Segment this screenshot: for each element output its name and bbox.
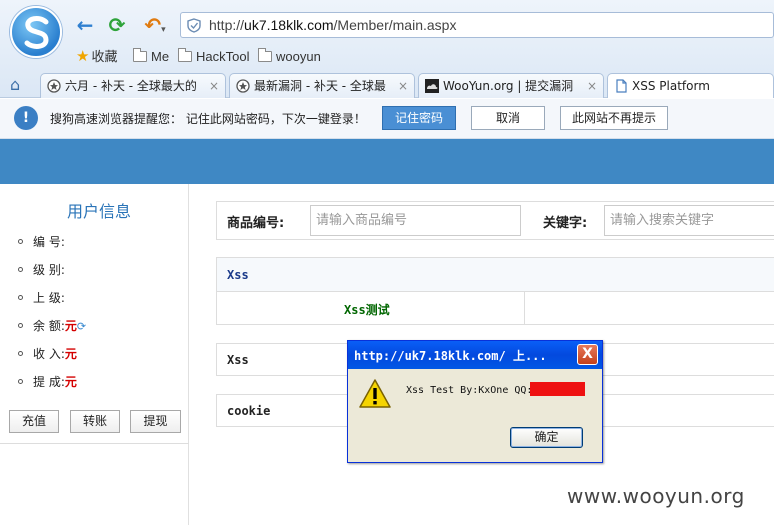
url-text: http://uk7.18klk.com/Member/main.aspx bbox=[209, 17, 457, 33]
refresh-small-icon[interactable]: ⟳ bbox=[77, 320, 86, 333]
alert-message: Xss Test By:KxOne QQ: bbox=[406, 385, 533, 396]
tab-butian-latest[interactable]: 最新漏洞 - 补天 - 全球最 × bbox=[229, 73, 415, 98]
table-row: Xss bbox=[217, 258, 774, 292]
user-parent-row: 上 级: bbox=[18, 289, 65, 306]
user-id-row: 编 号: bbox=[18, 233, 65, 250]
folder-icon bbox=[258, 48, 272, 62]
bullet-icon bbox=[18, 351, 23, 356]
remember-password-button[interactable]: 记住密码 bbox=[382, 106, 456, 130]
browser-chrome: ← ⟳ ↶▾ http://uk7.18klk.com/Member/main.… bbox=[0, 0, 774, 98]
bullet-icon bbox=[18, 295, 23, 300]
table-cell[interactable]: Xss测试 bbox=[344, 301, 390, 318]
bookmark-favorites[interactable]: ★ 收藏 bbox=[76, 47, 117, 67]
keyword-label: 关键字: bbox=[543, 216, 588, 231]
tab-close-icon[interactable]: × bbox=[398, 74, 408, 98]
tab-xss-platform[interactable]: XSS Platform bbox=[607, 73, 774, 98]
page-banner bbox=[0, 139, 774, 184]
watermark-text: www.wooyun.org bbox=[567, 484, 745, 508]
address-bar[interactable]: http://uk7.18klk.com/Member/main.aspx bbox=[180, 12, 774, 38]
user-income-row: 收 入:元 bbox=[18, 345, 77, 362]
gear-star-icon bbox=[47, 79, 61, 93]
tab-butian-june[interactable]: 六月 - 补天 - 全球最大的 × bbox=[40, 73, 226, 98]
dialog-titlebar[interactable]: http://uk7.18klk.com/ 上... X bbox=[348, 341, 602, 369]
refresh-icon[interactable]: ⟳ bbox=[106, 14, 128, 36]
bullet-icon bbox=[18, 323, 23, 328]
bullet-icon bbox=[18, 267, 23, 272]
back-arrow-icon[interactable]: ← bbox=[74, 14, 96, 36]
ok-button[interactable]: 确定 bbox=[510, 427, 583, 448]
password-save-bar: ! 搜狗高速浏览器提醒您： 记住此网站密码，下次一键登录！ 记住密码 取消 此网… bbox=[0, 99, 774, 139]
column-divider bbox=[524, 292, 525, 325]
sidebar-title: 用户信息 bbox=[66, 202, 131, 221]
tab-close-icon[interactable]: × bbox=[587, 74, 597, 98]
keyword-input[interactable]: 请输入搜索关键字 bbox=[604, 205, 774, 236]
divider bbox=[0, 443, 189, 444]
folder-icon bbox=[133, 48, 147, 62]
bookmark-wooyun[interactable]: wooyun bbox=[258, 47, 321, 67]
user-balance-row: 余 额:元⟳ bbox=[18, 317, 86, 334]
table-header-cell: Xss bbox=[227, 268, 249, 282]
close-icon[interactable]: X bbox=[577, 344, 598, 365]
product-id-label: 商品编号: bbox=[227, 216, 285, 231]
user-commission-row: 提 成:元 bbox=[18, 373, 77, 390]
sogou-logo-icon[interactable] bbox=[10, 6, 62, 58]
bullet-icon bbox=[18, 379, 23, 384]
info-icon: ! bbox=[14, 106, 38, 130]
warning-icon bbox=[359, 379, 391, 408]
star-icon: ★ bbox=[76, 48, 90, 65]
password-bar-message: 搜狗高速浏览器提醒您： 记住此网站密码，下次一键登录！ bbox=[50, 112, 366, 126]
bookmark-hacktool[interactable]: HackTool bbox=[178, 47, 249, 67]
transfer-button[interactable]: 转账 bbox=[70, 410, 120, 433]
user-info-sidebar: 用户信息 编 号: 级 别: 上 级: 余 额:元⟳ 收 入:元 提 成:元 充… bbox=[0, 184, 189, 525]
page-icon bbox=[616, 79, 627, 93]
never-prompt-button[interactable]: 此网站不再提示 bbox=[560, 106, 668, 130]
home-icon[interactable]: ⌂ bbox=[10, 75, 20, 94]
dialog-title: http://uk7.18klk.com/ 上... bbox=[354, 349, 547, 363]
alert-dialog: http://uk7.18klk.com/ 上... X Xss Test By… bbox=[347, 340, 603, 463]
cancel-button[interactable]: 取消 bbox=[471, 106, 545, 130]
withdraw-button[interactable]: 提现 bbox=[130, 410, 181, 433]
user-level-row: 级 别: bbox=[18, 261, 65, 278]
folder-icon bbox=[178, 48, 192, 62]
search-row: 商品编号: 请输入商品编号 关键字: 请输入搜索关键字 bbox=[216, 201, 774, 240]
shield-icon bbox=[187, 18, 201, 33]
tab-wooyun[interactable]: WooYun.org | 提交漏洞 × bbox=[418, 73, 604, 98]
gear-star-icon bbox=[236, 79, 250, 93]
bookmark-me[interactable]: Me bbox=[133, 47, 169, 67]
table-cell: cookie bbox=[227, 404, 271, 418]
result-table: Xss Xss测试 bbox=[216, 257, 774, 325]
undo-dropdown-icon[interactable]: ↶▾ bbox=[138, 14, 172, 36]
tab-close-icon[interactable]: × bbox=[209, 74, 219, 98]
product-id-input[interactable]: 请输入商品编号 bbox=[310, 205, 521, 236]
recharge-button[interactable]: 充值 bbox=[9, 410, 59, 433]
table-cell: Xss bbox=[227, 353, 249, 367]
tab-bar: ⌂ 六月 - 补天 - 全球最大的 × 最新漏洞 - 补天 - 全球最 × Wo… bbox=[0, 72, 774, 98]
bullet-icon bbox=[18, 239, 23, 244]
wooyun-cloud-icon bbox=[425, 79, 439, 93]
redaction-box bbox=[530, 382, 585, 396]
